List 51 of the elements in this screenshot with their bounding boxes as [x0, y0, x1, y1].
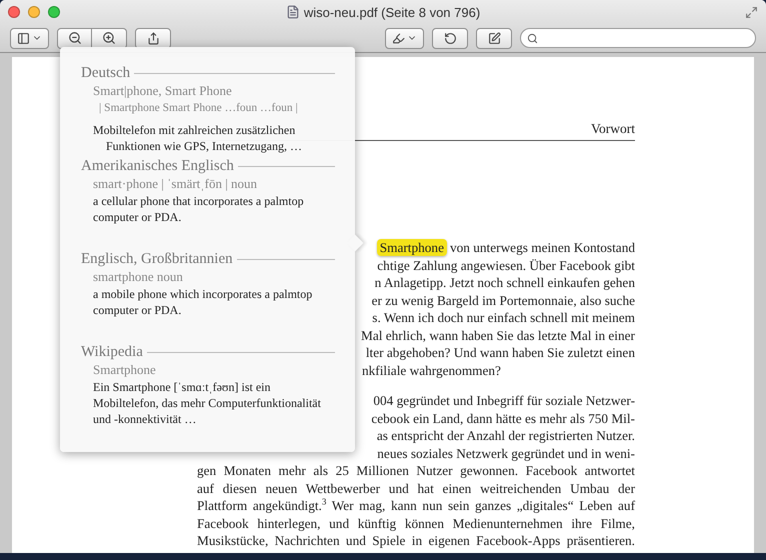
headword: smartphone noun [92, 269, 184, 285]
text-line: er zu wenig Bargeld im Portemonnaie, also suche [372, 292, 635, 309]
fullscreen-icon[interactable] [745, 6, 758, 18]
definition-text: a cellular phone that incorporates a palmtop computer or PDA. [92, 193, 305, 225]
text-line: neues soziales Netzwerk gegründet und in weni- [377, 444, 635, 462]
text-line: Musikstücke, Nachrichten und Spiele in eigenen Facebook-Apps präsentieren. [197, 532, 635, 550]
text-line: gen Monaten mehr als 25 Millionen Nutzer gewonnen. Facebook antwortet [197, 462, 635, 480]
text-line: as entspricht der Anzahl der registrierten Nutzer. [376, 427, 635, 444]
section-heading: Deutsch [81, 65, 130, 82]
share-icon [146, 32, 160, 44]
rotate-icon [444, 32, 456, 44]
highlighted-word[interactable]: Smartphone [376, 239, 447, 256]
text-line: lter abgehoben? Und wann haben Sie zuletzt einen [366, 344, 635, 362]
zoom-button[interactable] [48, 6, 60, 18]
close-button[interactable] [8, 6, 20, 18]
search-field[interactable] [520, 28, 756, 48]
rotate-button[interactable] [432, 28, 468, 48]
section-heading: Amerikanisches Englisch [81, 158, 234, 175]
zoom-in-icon [102, 31, 116, 45]
zoom-out-icon [68, 31, 82, 45]
text-line: Smartphone von unterwegs meinen Kontostand [376, 239, 635, 256]
pencil-icon [488, 32, 500, 44]
text-line: n Anlagetipp. Jetzt noch schnell einkaufen gehen [374, 274, 635, 292]
headword: smart·phone | ˈsmärtˌfōn | noun [92, 176, 258, 192]
definition-text: Ein Smartphone [ˈsmɑːtˌfəʊn] ist ein Mobiltelefon, das mehr Computerfunktionalität und -konnektivität … [92, 379, 322, 427]
headword: Smartphone [92, 362, 157, 378]
sidebar-button[interactable] [10, 28, 49, 48]
document-icon [286, 5, 300, 19]
text-line: chtige Zahlung angewiesen. Über Facebook gibt [377, 256, 635, 274]
sidebar-icon [17, 32, 30, 44]
definition-text: a mobile phone which incorporates a palmtop computer or PDA. [92, 286, 314, 318]
text-line: Mal ehrlich, wann haben Sie das letzte Mal in einer [361, 326, 635, 344]
zoom-in-button[interactable] [92, 28, 127, 48]
window-title: wiso-neu.pdf (Seite 8 von 796) [304, 4, 480, 20]
text-line: nkfiliale wahrgenommen? [362, 362, 501, 379]
text-line: Facebook hinterlegen, und künftig können Medienunternehmen ihre Filme, [197, 514, 635, 532]
text-line: s. Wenn ich doch nur einfach schnell mit meinem [372, 309, 635, 326]
section-heading: Wikipedia [81, 344, 143, 361]
section-heading: Englisch, Großbritannien [81, 251, 233, 268]
search-icon [527, 32, 538, 44]
zoom-out-button[interactable] [57, 28, 92, 48]
text-line: cebook ein Land, dann hätte es mehr als 750 Mil- [371, 410, 635, 427]
text-line: Plattform angekündigt.$^{3}$ Wer mag, kann nun sein ganzes „digitales“ Leben auf [197, 497, 635, 514]
text-line: 004 gegründet und Inbegriff für soziale Netzwer- [373, 392, 635, 410]
share-button[interactable] [135, 28, 171, 48]
highlighter-icon [392, 32, 405, 44]
word-forms: | Smartphone Smart Phone …foun …foun | [98, 101, 299, 116]
annotate-button[interactable] [385, 28, 424, 48]
text-line: auf diesen neuen Wettbewerber und hat einen weitreichenden Umbau der [197, 480, 635, 497]
edit-button[interactable] [476, 28, 512, 48]
headword: Smart|phone, Smart Phone [92, 83, 233, 99]
